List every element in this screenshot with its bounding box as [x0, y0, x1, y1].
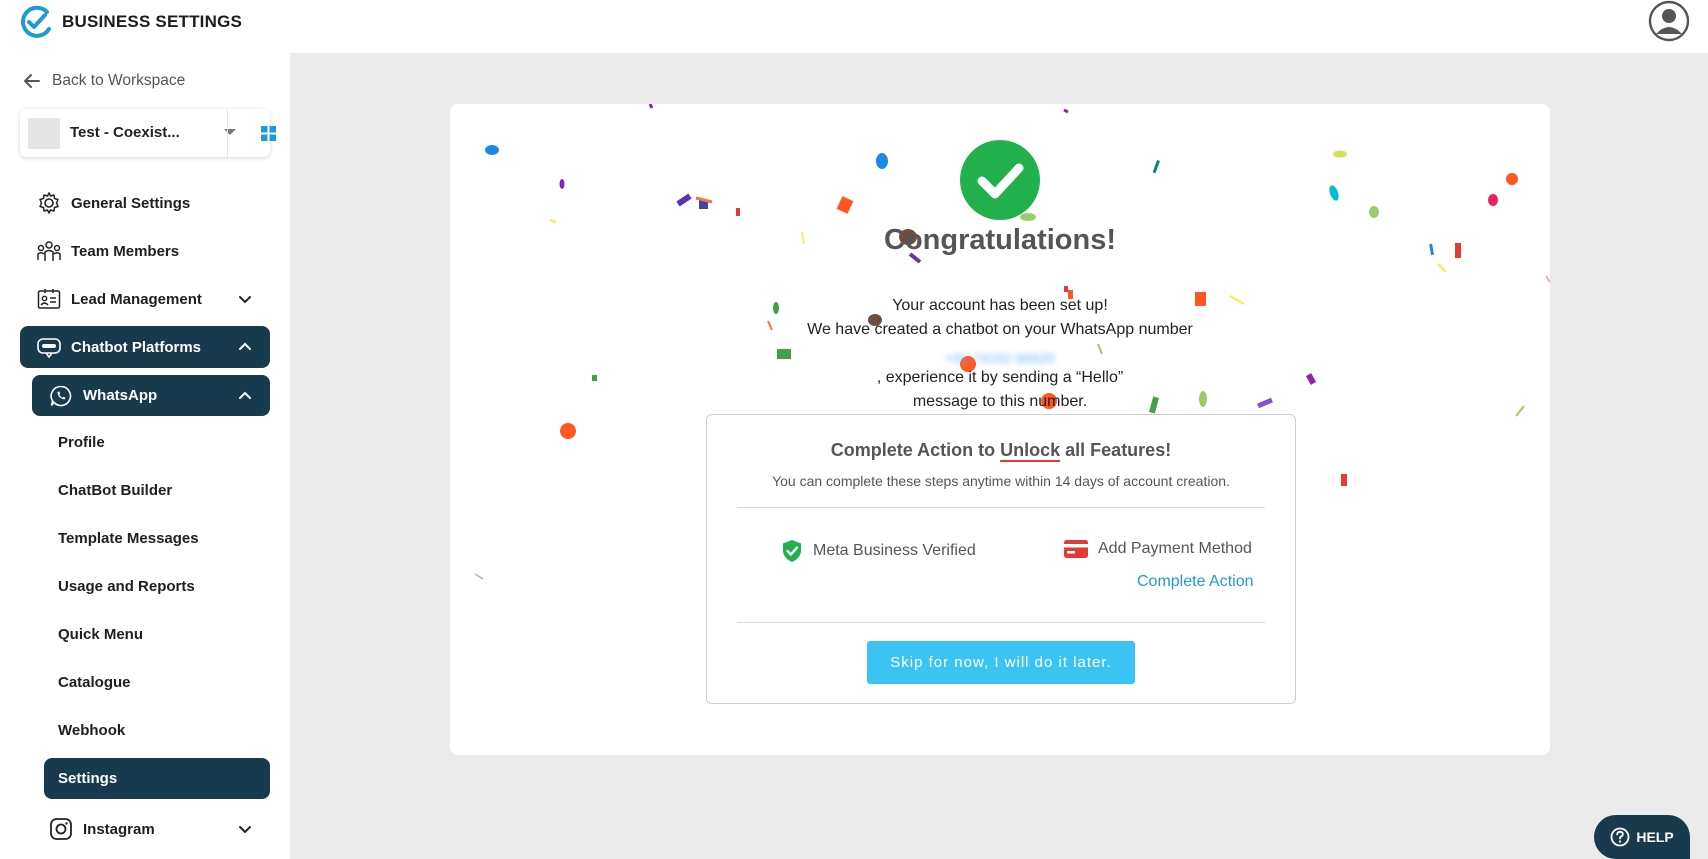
- action-subtitle: You can complete these steps anytime wit…: [772, 473, 1230, 489]
- sidebar-subitem-settings[interactable]: Settings: [44, 758, 270, 799]
- arrow-left-icon: [24, 74, 40, 88]
- hello-message: , experience it by sending a “Hello”: [876, 369, 1124, 386]
- page-title: BUSINESS SETTINGS: [62, 12, 243, 31]
- sidebar-item-label: Instagram: [83, 820, 155, 838]
- complete-action-link[interactable]: Complete Action: [1137, 573, 1254, 591]
- whatsapp-number: +91 74152 66820: [945, 350, 1055, 366]
- chatbot-icon: [36, 334, 62, 360]
- chevron-down-icon[interactable]: [238, 822, 252, 836]
- grid-icon[interactable]: [261, 126, 276, 141]
- action-title-underline: Unlock: [1000, 440, 1061, 460]
- sidebar-item-lead-management[interactable]: Lead Management: [36, 283, 270, 315]
- chevron-down-icon[interactable]: [238, 292, 252, 306]
- sidebar-item-label: WhatsApp: [83, 387, 158, 404]
- action-panel: Complete Action to Unlock all Features! …: [706, 414, 1296, 704]
- check-circle-logo-icon: [21, 5, 51, 38]
- sidebar-subitem-profile[interactable]: Profile: [58, 434, 105, 451]
- help-label: HELP: [1636, 829, 1674, 845]
- gear-icon: [36, 190, 62, 216]
- sidebar-item-whatsapp[interactable]: WhatsApp: [32, 375, 270, 416]
- sidebar-item-team-members[interactable]: Team Members: [36, 235, 270, 267]
- sidebar-item-label: Chatbot Platforms: [71, 338, 202, 356]
- meta-verified-label: Meta Business Verified: [813, 542, 976, 559]
- credit-card-icon: [1064, 540, 1088, 558]
- sidebar-item-label: General Settings: [71, 194, 191, 212]
- sidebar: Back to Workspace Test - Coexist... Gene…: [0, 53, 290, 859]
- caret-down-icon[interactable]: [224, 129, 236, 135]
- chatbot-message: We have created a chatbot on your WhatsA…: [807, 321, 1193, 338]
- meta-verified-step: Meta Business Verified: [781, 539, 976, 563]
- user-avatar-icon[interactable]: [1648, 0, 1690, 42]
- sidebar-subitem-catalogue[interactable]: Catalogue: [58, 674, 131, 691]
- help-button[interactable]: HELP: [1594, 815, 1690, 859]
- sidebar-subitem-template-messages[interactable]: Template Messages: [58, 530, 199, 547]
- action-title-text: Complete Action to: [830, 440, 1001, 460]
- sidebar-item-chatbot-platforms[interactable]: Chatbot Platforms: [20, 326, 270, 368]
- action-title: Complete Action to Unlock all Features!: [707, 440, 1295, 461]
- id-card-icon: [36, 286, 62, 312]
- sidebar-item-label: Team Members: [71, 242, 180, 260]
- success-card: Congratulations! Your account has been s…: [450, 104, 1550, 755]
- team-icon: [36, 238, 62, 264]
- shield-check-icon: [783, 540, 801, 562]
- success-check-icon: [960, 140, 1040, 220]
- top-header: BUSINESS SETTINGS: [0, 0, 1708, 53]
- divider: [737, 507, 1265, 508]
- sidebar-subitem-quick-menu[interactable]: Quick Menu: [58, 626, 143, 643]
- instagram-icon: [48, 816, 74, 842]
- hello-message-end: message to this number.: [912, 393, 1088, 410]
- skip-button[interactable]: Skip for now, I will do it later.: [867, 641, 1135, 684]
- payment-label: Add Payment Method: [1098, 540, 1252, 557]
- sidebar-subitem-usage-reports[interactable]: Usage and Reports: [58, 578, 195, 595]
- divider: [737, 622, 1265, 623]
- workspace-thumbnail: [28, 118, 60, 149]
- sidebar-item-label: Lead Management: [71, 290, 202, 308]
- divider: [227, 109, 228, 157]
- payment-step: Add Payment Method: [1064, 539, 1252, 559]
- congratulations-title: Congratulations!: [884, 224, 1116, 256]
- chevron-up-icon[interactable]: [238, 340, 252, 354]
- chevron-up-icon[interactable]: [238, 389, 252, 403]
- sidebar-subitem-webhook[interactable]: Webhook: [58, 722, 125, 739]
- whatsapp-icon: [48, 383, 74, 409]
- workspace-selector[interactable]: Test - Coexist...: [20, 109, 276, 157]
- sidebar-item-instagram[interactable]: Instagram: [48, 813, 270, 845]
- workspace-name: Test - Coexist...: [70, 124, 180, 141]
- sidebar-subitem-chatbot-builder[interactable]: ChatBot Builder: [58, 482, 172, 499]
- back-to-workspace-link[interactable]: Back to Workspace: [22, 71, 185, 91]
- sidebar-subitem-label: Settings: [58, 770, 118, 787]
- setup-message: Your account has been set up!: [892, 297, 1108, 314]
- question-circle-icon: [1610, 827, 1630, 847]
- back-link-label: Back to Workspace: [52, 72, 186, 89]
- sidebar-item-general-settings[interactable]: General Settings: [36, 187, 270, 219]
- action-title-text-end: all Features!: [1060, 440, 1172, 460]
